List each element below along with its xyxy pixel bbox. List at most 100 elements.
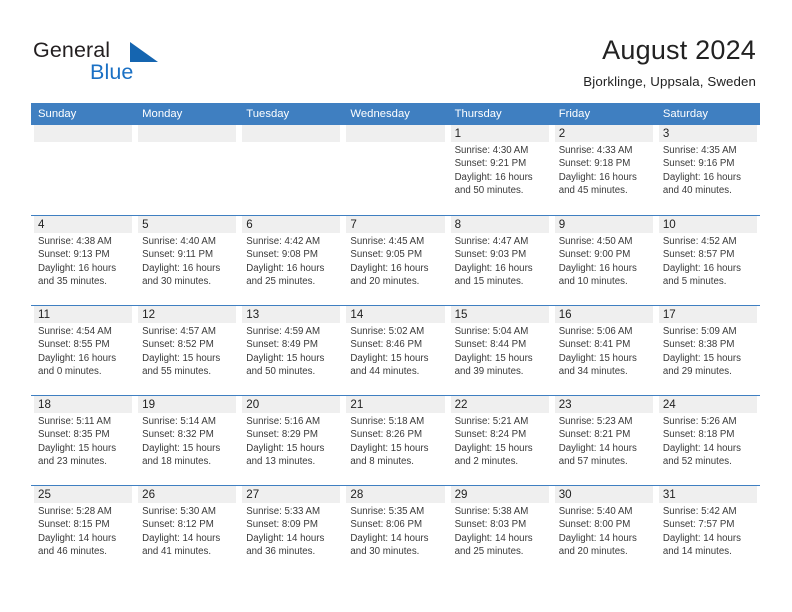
sunset-text: Sunset: 9:13 PM [38, 249, 110, 261]
day-number: 7 [350, 218, 357, 231]
brand-logo[interactable]: General Blue [33, 38, 233, 88]
calendar-week-row: 11 Sunrise: 4:54 AM Sunset: 8:55 PM Dayligh… [31, 305, 760, 395]
location-subtitle: Bjorklinge, Uppsala, Sweden [583, 74, 756, 89]
day-number: 27 [246, 488, 260, 501]
daylight-text: Daylight: 15 hours and 44 minutes. [350, 352, 429, 377]
weekday-header-row: Sunday Monday Tuesday Wednesday Thursday Frid… [31, 103, 760, 125]
day-sun-info: Sunrise: 5:16 AM Sunset: 8:29 PM Daylight:… [246, 415, 341, 468]
day-cell-5[interactable]: 5 Sunrise: 4:40 AM Sunset: 9:11 PM Daylight… [135, 216, 239, 305]
weekday-header-thursday: Thursday [454, 108, 502, 120]
daylight-text: Daylight: 15 hours and 18 minutes. [142, 442, 221, 467]
daylight-text: Daylight: 14 hours and 52 minutes. [662, 442, 741, 467]
day-cell-15[interactable]: 15 Sunrise: 5:04 AM Sunset: 8:44 PM Dayligh… [448, 306, 552, 395]
daylight-text: Daylight: 15 hours and 13 minutes. [246, 442, 325, 467]
day-number: 29 [454, 488, 468, 501]
day-cell-25[interactable]: 25 Sunrise: 5:28 AM Sunset: 8:15 PM Dayligh… [31, 486, 135, 575]
sunrise-text: Sunrise: 4:50 AM [558, 236, 633, 247]
day-cell-22[interactable]: 22 Sunrise: 5:21 AM Sunset: 8:24 PM Dayligh… [448, 396, 552, 485]
daylight-text: Daylight: 15 hours and 55 minutes. [142, 352, 221, 377]
day-cell-16[interactable]: 16 Sunrise: 5:06 AM Sunset: 8:41 PM Dayligh… [552, 306, 656, 395]
daylight-text: Daylight: 15 hours and 39 minutes. [454, 352, 533, 377]
daylight-text: Daylight: 16 hours and 15 minutes. [454, 262, 533, 287]
day-number: 4 [38, 218, 45, 231]
weekday-header-tuesday: Tuesday [246, 108, 290, 120]
day-number: 14 [350, 308, 364, 321]
day-sun-info: Sunrise: 5:33 AM Sunset: 8:09 PM Daylight:… [246, 505, 341, 558]
day-cell-7[interactable]: 7 Sunrise: 4:45 AM Sunset: 9:05 PM Daylight… [343, 216, 447, 305]
sunrise-text: Sunrise: 5:35 AM [350, 506, 425, 517]
daylight-text: Daylight: 16 hours and 10 minutes. [558, 262, 637, 287]
day-number: 2 [558, 127, 566, 140]
day-sun-info: Sunrise: 5:30 AM Sunset: 8:12 PM Daylight:… [142, 505, 237, 558]
weekday-header-monday: Monday [142, 108, 183, 120]
daylight-text: Daylight: 15 hours and 29 minutes. [662, 352, 741, 377]
day-cell-18[interactable]: 18 Sunrise: 5:11 AM Sunset: 8:35 PM Dayligh… [31, 396, 135, 485]
day-cell-23[interactable]: 23 Sunrise: 5:23 AM Sunset: 8:21 PM Dayligh… [552, 396, 656, 485]
sunrise-text: Sunrise: 4:54 AM [38, 326, 112, 337]
day-number: 10 [662, 218, 676, 231]
day-cell-30[interactable]: 30 Sunrise: 5:40 AM Sunset: 8:00 PM Dayligh… [552, 486, 656, 575]
day-cell-8[interactable]: 8 Sunrise: 4:47 AM Sunset: 9:03 PM Daylight… [448, 216, 552, 305]
day-cell-4[interactable]: 4 Sunrise: 4:38 AM Sunset: 9:13 PM Daylight… [31, 216, 135, 305]
day-number: 5 [142, 218, 149, 231]
day-number: 12 [142, 308, 156, 321]
day-cell-11[interactable]: 11 Sunrise: 4:54 AM Sunset: 8:55 PM Dayligh… [31, 306, 135, 395]
sunset-text: Sunset: 9:11 PM [142, 249, 214, 261]
daylight-text: Daylight: 16 hours and 40 minutes. [662, 171, 741, 196]
day-cell-12[interactable]: 12 Sunrise: 4:57 AM Sunset: 8:52 PM Dayligh… [135, 306, 239, 395]
day-sun-info: Sunrise: 5:38 AM Sunset: 8:03 PM Daylight:… [455, 505, 550, 558]
sunset-text: Sunset: 8:21 PM [558, 429, 631, 441]
day-cell-1[interactable]: 1 Sunrise: 4:30 AM Sunset: 9:21 PM Daylight… [448, 125, 552, 214]
calendar-weeks: 1 Sunrise: 4:30 AM Sunset: 9:21 PM Daylight… [31, 125, 760, 575]
sunset-text: Sunset: 8:12 PM [142, 519, 214, 531]
sunrise-text: Sunrise: 5:40 AM [558, 506, 633, 517]
triangle-logo-icon [130, 42, 158, 62]
day-number-strip [34, 216, 133, 233]
day-cell-24[interactable]: 24 Sunrise: 5:26 AM Sunset: 8:18 PM Dayligh… [656, 396, 760, 485]
sunset-text: Sunset: 7:57 PM [662, 519, 735, 531]
sunset-text: Sunset: 9:18 PM [558, 158, 631, 170]
sunset-text: Sunset: 9:00 PM [558, 249, 631, 261]
sunset-text: Sunset: 8:09 PM [246, 519, 318, 531]
day-cell-21[interactable]: 21 Sunrise: 5:18 AM Sunset: 8:26 PM Dayligh… [343, 396, 447, 485]
day-number: 16 [558, 308, 572, 321]
day-sun-info: Sunrise: 5:11 AM Sunset: 8:35 PM Daylight:… [38, 415, 133, 468]
day-cell-19[interactable]: 19 Sunrise: 5:14 AM Sunset: 8:32 PM Dayligh… [135, 396, 239, 485]
day-cell-31[interactable]: 31 Sunrise: 5:42 AM Sunset: 7:57 PM Dayligh… [656, 486, 760, 575]
daylight-text: Daylight: 14 hours and 14 minutes. [662, 532, 741, 557]
day-cell-2[interactable]: 2 Sunrise: 4:33 AM Sunset: 9:18 PM Daylight… [552, 125, 656, 214]
sunset-text: Sunset: 8:32 PM [142, 429, 214, 441]
sunrise-text: Sunrise: 4:35 AM [662, 145, 737, 156]
sunrise-text: Sunrise: 5:02 AM [350, 326, 425, 337]
day-number-strip [346, 216, 445, 233]
day-number: 18 [38, 398, 51, 411]
daylight-text: Daylight: 16 hours and 45 minutes. [558, 171, 637, 196]
day-sun-info: Sunrise: 5:14 AM Sunset: 8:32 PM Daylight:… [142, 415, 237, 468]
day-cell-10[interactable]: 10 Sunrise: 4:52 AM Sunset: 8:57 PM Dayligh… [656, 216, 760, 305]
day-cell-9[interactable]: 9 Sunrise: 4:50 AM Sunset: 9:00 PM Daylight… [552, 216, 656, 305]
day-cell-17[interactable]: 17 Sunrise: 5:09 AM Sunset: 8:38 PM Dayligh… [656, 306, 760, 395]
sunrise-text: Sunrise: 5:14 AM [142, 416, 216, 427]
sunset-text: Sunset: 8:18 PM [662, 429, 735, 441]
weekday-header-sunday: Sunday [38, 108, 77, 120]
day-cell-6[interactable]: 6 Sunrise: 4:42 AM Sunset: 9:08 PM Daylight… [239, 216, 343, 305]
daylight-text: Daylight: 16 hours and 25 minutes. [246, 262, 325, 287]
day-cell-28[interactable]: 28 Sunrise: 5:35 AM Sunset: 8:06 PM Dayligh… [343, 486, 447, 575]
daylight-text: Daylight: 15 hours and 34 minutes. [558, 352, 637, 377]
calendar-week-row: 25 Sunrise: 5:28 AM Sunset: 8:15 PM Dayligh… [31, 485, 760, 575]
sunset-text: Sunset: 8:38 PM [662, 339, 735, 351]
calendar-week-row: 1 Sunrise: 4:30 AM Sunset: 9:21 PM Daylight… [31, 125, 760, 215]
sunrise-text: Sunrise: 4:33 AM [558, 145, 633, 156]
day-cell-13[interactable]: 13 Sunrise: 4:59 AM Sunset: 8:49 PM Dayligh… [239, 306, 343, 395]
day-cell-20[interactable]: 20 Sunrise: 5:16 AM Sunset: 8:29 PM Dayligh… [239, 396, 343, 485]
day-cell-3[interactable]: 3 Sunrise: 4:35 AM Sunset: 9:16 PM Daylight… [656, 125, 760, 214]
day-cell-empty [135, 125, 239, 214]
daylight-text: Daylight: 15 hours and 8 minutes. [350, 442, 429, 467]
day-cell-29[interactable]: 29 Sunrise: 5:38 AM Sunset: 8:03 PM Dayligh… [448, 486, 552, 575]
day-cell-26[interactable]: 26 Sunrise: 5:30 AM Sunset: 8:12 PM Dayligh… [135, 486, 239, 575]
day-number: 20 [246, 398, 260, 411]
sunrise-text: Sunrise: 5:23 AM [558, 416, 633, 427]
day-cell-27[interactable]: 27 Sunrise: 5:33 AM Sunset: 8:09 PM Dayligh… [239, 486, 343, 575]
day-cell-14[interactable]: 14 Sunrise: 5:02 AM Sunset: 8:46 PM Dayligh… [343, 306, 447, 395]
day-cell-empty [343, 125, 447, 214]
